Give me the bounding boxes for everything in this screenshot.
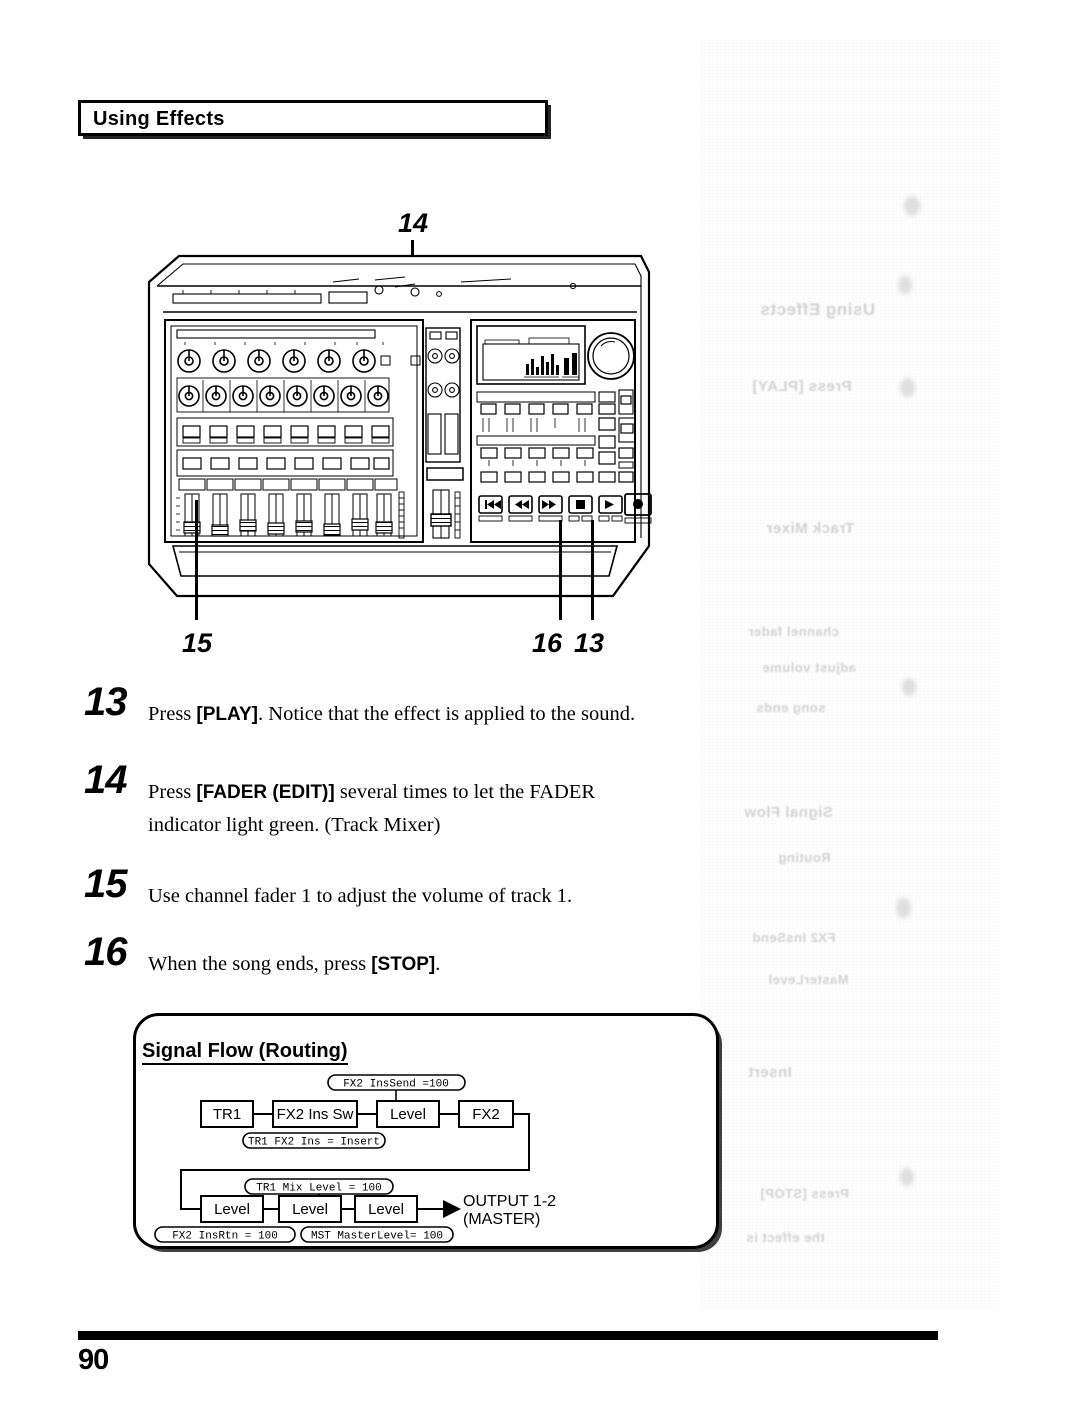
step-13-number: 13 [84,680,127,724]
scan-noise-texture [700,40,1000,1310]
sf-box-level-1: Level [390,1106,426,1123]
ghost-text: Press [STOP] [760,1186,849,1201]
step-14-part-0: Press [148,781,197,803]
ghost-text: Signal Flow [744,804,833,821]
pill-insert-label: TR1 FX2 Ins = Insert [248,1137,380,1149]
sf-box-level-2: Level [214,1201,250,1218]
section-header-box: Using Effects [78,100,548,136]
callout-15: 15 [182,628,213,658]
step-15-text: Use channel fader 1 to adjust the volume… [148,880,708,912]
signal-flow-diagram: FX2 InsSend =100 TR1 FX2 Ins Sw Level FX… [154,1074,556,1243]
step-14-number: 14 [84,758,127,802]
ghost-text: Insert [748,1064,792,1081]
sf-box-level-3: Level [292,1201,328,1218]
ghost-text: song ends [756,700,826,715]
scan-blob [902,678,916,696]
sf-box-tr1: TR1 [213,1106,241,1123]
ghost-text: adjust volume [762,660,856,675]
scan-blob [904,196,920,216]
step-13-part-0: Press [148,703,197,725]
pill-insrtn-label: FX2 InsRtn = 100 [172,1231,278,1243]
step-16-part-1: [STOP] [371,954,436,975]
step-13-part-2: . Notice that the effect is applied to t… [258,703,636,725]
step-16-part-2: . [435,953,441,975]
footer-rule [78,1331,938,1340]
callout-15-leader [195,500,198,620]
step-15-number: 15 [84,862,127,906]
sf-box-fx2: FX2 [472,1106,500,1123]
step-14-text: Press [FADER (EDIT)] several times to le… [148,776,668,841]
sf-output-line1: OUTPUT 1-2 [463,1193,556,1210]
callout-13: 13 [574,628,605,658]
pill-mixlevel-label: TR1 Mix Level = 100 [256,1183,381,1195]
step-14-part-1: [FADER (EDIT)] [196,782,335,803]
ghost-text: FX2 InsSend [752,930,836,945]
step-13-part-1: [PLAY] [196,704,259,725]
step-13-text: Press [PLAY]. Notice that the effect is … [148,698,708,731]
sf-box-fx2-ins-sw: FX2 Ins Sw [277,1106,354,1123]
ghost-text: channel fader [748,624,840,639]
ghost-text: MasterLevel [768,972,849,987]
scan-blob [898,276,912,294]
ghost-text: Using Effects [760,300,876,319]
scan-blob [896,898,911,918]
callout-14: 14 [398,208,429,238]
pill-inssend-label: FX2 InsSend =100 [343,1079,449,1091]
callout-16-leader [559,520,562,620]
scan-blob [900,378,915,397]
callout-13-leader [591,520,594,620]
step-16-part-0: When the song ends, press [148,953,372,975]
page-title: Using Effects [93,108,225,130]
ghost-text: the effect is [746,1230,825,1245]
ghost-text: Routing [778,850,831,865]
sf-box-level-4: Level [368,1201,404,1218]
ghost-text: Track Mixer [766,520,855,537]
step-16-text: When the song ends, press [STOP]. [148,948,708,981]
step-15-part-0: Use channel fader 1 to adjust the volume… [148,885,573,907]
callout-16: 16 [532,628,563,658]
ghost-text: Press [PLAY] [752,378,852,395]
sf-output-line2: (MASTER) [463,1211,540,1228]
scan-blob [900,1168,914,1186]
device-illustration [143,246,655,622]
page-bottom-crop [0,1372,1080,1404]
pill-master-label: MST MasterLevel= 100 [311,1231,443,1243]
step-16-number: 16 [84,930,127,974]
